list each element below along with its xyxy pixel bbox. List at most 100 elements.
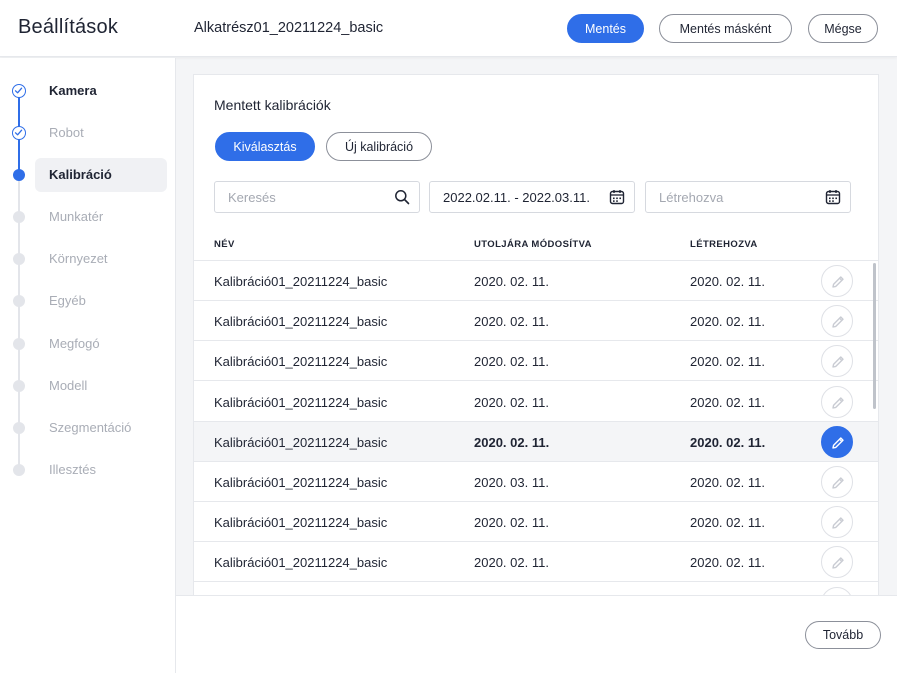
table-scrollbar[interactable] <box>873 263 876 409</box>
check-circle-icon <box>12 126 26 140</box>
created-date-cell: 2020. 02. 11. <box>690 314 765 330</box>
sidebar-stepper: Kamera Robot Kalibráció Munkatér Környezet Eg… <box>0 58 176 673</box>
table-row[interactable]: Kalibráció01_20211224_basic 2020. 02. 11.… <box>194 261 878 301</box>
pencil-icon <box>832 437 844 449</box>
footer-bar: Tovább <box>176 595 897 673</box>
created-date-cell: 2020. 02. 11. <box>690 274 765 289</box>
sidebar-step-label: Szegmentáció <box>49 420 132 435</box>
created-date-cell: 2020. 02. 11. <box>690 515 765 531</box>
sidebar-step[interactable]: Kamera <box>0 74 176 108</box>
table-row[interactable]: Kalibráció01_20211224_basic 2020. 02. 11.… <box>194 381 878 422</box>
edit-button[interactable] <box>821 385 853 418</box>
save-as-button[interactable]: Mentés másként <box>659 14 792 43</box>
edit-button[interactable] <box>821 546 853 579</box>
pencil-icon <box>832 396 844 409</box>
step-dot-icon <box>13 422 25 434</box>
modified-date-cell: 2020. 02. 11. <box>474 354 549 370</box>
search-placeholder: Keresés <box>228 190 276 205</box>
cancel-button[interactable]: Mégse <box>808 14 878 43</box>
sidebar-step[interactable]: Környezet <box>0 242 176 276</box>
search-input[interactable]: Keresés <box>214 181 420 213</box>
tab-new-calibration[interactable]: Új kalibráció <box>326 132 432 161</box>
sidebar-step-label: Robot <box>49 125 84 140</box>
column-header-created[interactable]: LÉTREHOZVA <box>690 239 758 250</box>
sidebar-step-label: Illesztés <box>49 462 96 477</box>
search-icon[interactable] <box>394 189 410 205</box>
calibration-name-cell: Kalibráció01_20211224_basic <box>214 314 388 330</box>
calendar-icon[interactable] <box>609 189 625 205</box>
column-header-modified[interactable]: UTOLJÁRA MÓDOSÍTVA <box>474 239 592 250</box>
sidebar-step-label: Munkatér <box>49 209 104 224</box>
calibration-name-cell: Kalibráció01_20211224_basic <box>214 555 388 571</box>
tab-select[interactable]: Kiválasztás <box>215 132 315 161</box>
calibration-name-cell: Kalibráció01_20211224_basic <box>214 274 388 289</box>
created-date-cell: 2020. 02. 11. <box>690 434 766 450</box>
calibration-name-cell: Kalibráció01_20211224_basic <box>214 515 388 531</box>
top-bar: Beállítások Alkatrész01_20211224_basic M… <box>0 0 897 57</box>
calendar-icon[interactable] <box>825 189 841 205</box>
sidebar-step[interactable]: Robot <box>0 116 176 150</box>
sidebar-step[interactable]: Egyéb <box>0 284 176 318</box>
next-button[interactable]: Tovább <box>805 621 881 649</box>
sidebar-step-label: Modell <box>49 378 88 393</box>
created-placeholder: Létrehozva <box>659 190 724 205</box>
pencil-icon <box>832 276 844 288</box>
file-name: Alkatrész01_20211224_basic <box>194 20 384 36</box>
edit-button[interactable] <box>821 506 853 539</box>
column-header-name[interactable]: NÉV <box>214 239 235 250</box>
table-row[interactable] <box>194 582 878 595</box>
sidebar-step[interactable]: Modell <box>0 369 176 403</box>
panel-title: Mentett kalibrációk <box>214 97 331 113</box>
table-row[interactable]: Kalibráció01_20211224_basic 2020. 02. 11.… <box>194 421 878 462</box>
edit-button[interactable] <box>821 466 853 498</box>
modified-date-cell: 2020. 02. 11. <box>474 314 549 330</box>
sidebar-step[interactable]: Munkatér <box>0 200 176 234</box>
step-dot-icon <box>13 295 25 307</box>
sidebar-step-label: Megfogó <box>49 336 100 351</box>
modified-date-cell: 2020. 02. 11. <box>474 274 549 289</box>
sidebar-step[interactable]: Szegmentáció <box>0 411 176 445</box>
edit-button[interactable] <box>821 345 853 378</box>
sidebar-step[interactable]: Megfogó <box>0 327 176 361</box>
edit-button[interactable] <box>821 425 853 458</box>
table-header: NÉV UTOLJÁRA MÓDOSÍTVA LÉTREHOZVA <box>194 239 878 261</box>
table-row[interactable]: Kalibráció01_20211224_basic 2020. 02. 11.… <box>194 502 878 543</box>
table-row[interactable]: Kalibráció01_20211224_basic 2020. 02. 11.… <box>194 341 878 382</box>
sidebar-step[interactable]: Illesztés <box>0 453 176 487</box>
edit-button[interactable] <box>821 586 853 595</box>
active-step-dot-icon <box>13 169 25 181</box>
pencil-icon <box>832 477 844 489</box>
step-dot-icon <box>13 211 25 223</box>
sidebar-step-label: Környezet <box>49 251 108 266</box>
save-button[interactable]: Mentés <box>567 14 644 43</box>
step-dot-icon <box>13 253 25 265</box>
table-row[interactable]: Kalibráció01_20211224_basic 2020. 02. 11.… <box>194 301 878 342</box>
sidebar-step[interactable]: Kalibráció <box>0 158 176 192</box>
sidebar-step-label: Kamera <box>49 83 97 98</box>
created-date-cell: 2020. 02. 11. <box>690 394 765 410</box>
created-date-cell: 2020. 02. 11. <box>690 475 765 490</box>
pencil-icon <box>832 517 844 529</box>
modified-date-cell: 2020. 03. 11. <box>474 475 549 490</box>
modified-date-cell: 2020. 02. 11. <box>474 515 549 531</box>
calibration-name-cell: Kalibráció01_20211224_basic <box>214 434 388 450</box>
pencil-icon <box>832 316 844 328</box>
created-date-cell: 2020. 02. 11. <box>690 555 765 571</box>
pencil-icon <box>832 557 844 570</box>
table-row[interactable]: Kalibráció01_20211224_basic 2020. 02. 11.… <box>194 542 878 583</box>
modified-date-cell: 2020. 02. 11. <box>474 394 549 410</box>
date-range-field[interactable]: 2022.02.11. - 2022.03.11. <box>429 181 635 213</box>
app-title: Beállítások <box>18 16 119 38</box>
edit-button[interactable] <box>821 265 853 297</box>
calibration-panel: Mentett kalibrációk Kiválasztás Új kalib… <box>193 74 879 595</box>
check-circle-icon <box>12 84 26 98</box>
pencil-icon <box>832 356 844 369</box>
created-date-field[interactable]: Létrehozva <box>645 181 851 213</box>
edit-button[interactable] <box>821 305 853 338</box>
step-dot-icon <box>13 380 25 392</box>
calibration-name-cell: Kalibráció01_20211224_basic <box>214 354 388 370</box>
table-row[interactable]: Kalibráció01_20211224_basic 2020. 03. 11.… <box>194 462 878 502</box>
calibration-name-cell: Kalibráció01_20211224_basic <box>214 475 388 490</box>
created-date-cell: 2020. 02. 11. <box>690 354 765 370</box>
date-range-value: 2022.02.11. - 2022.03.11. <box>443 190 590 205</box>
